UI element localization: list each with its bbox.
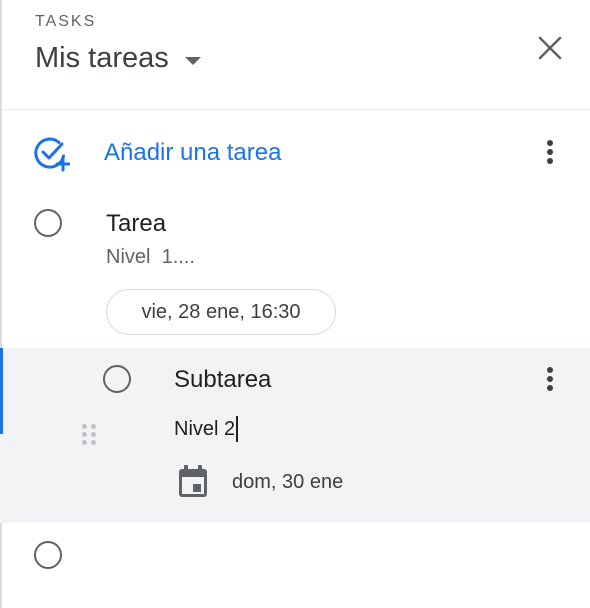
subtask-due-label: dom, 30 ene [232,470,344,493]
add-task-label: Añadir una tarea [104,139,282,166]
drag-handle-icon[interactable] [80,424,100,450]
new-task-checkbox[interactable] [34,541,62,569]
close-button[interactable] [534,32,566,64]
dropdown-caret-icon [184,56,201,65]
list-options-button[interactable] [538,134,562,170]
subtask-title[interactable]: Subtarea [174,366,271,394]
task-complete-checkbox[interactable] [34,209,62,237]
add-task-icon [34,137,70,172]
list-selector[interactable]: Mis tareas [35,42,201,75]
task-due-date-chip[interactable]: vie, 28 ene, 16:30 [106,289,336,335]
task-notes[interactable]: Nivel 1.... [106,246,195,269]
header-divider [2,109,590,110]
subtask-complete-checkbox[interactable] [103,365,131,393]
subtask-notes-input[interactable]: Nivel 2 [174,416,239,442]
subtask-due-date[interactable]: dom, 30 ene [176,464,343,500]
close-icon [538,36,562,60]
selection-indicator [0,348,3,434]
app-label: TASKS [35,13,97,30]
subtask-options-button[interactable] [538,361,562,397]
list-title: Mis tareas [35,42,169,74]
task-title[interactable]: Tarea [106,210,166,238]
text-caret [236,416,239,442]
add-task-button[interactable]: Añadir una tarea [32,134,281,172]
calendar-icon [179,465,207,497]
subtask-notes: Nivel 2 [174,417,236,440]
